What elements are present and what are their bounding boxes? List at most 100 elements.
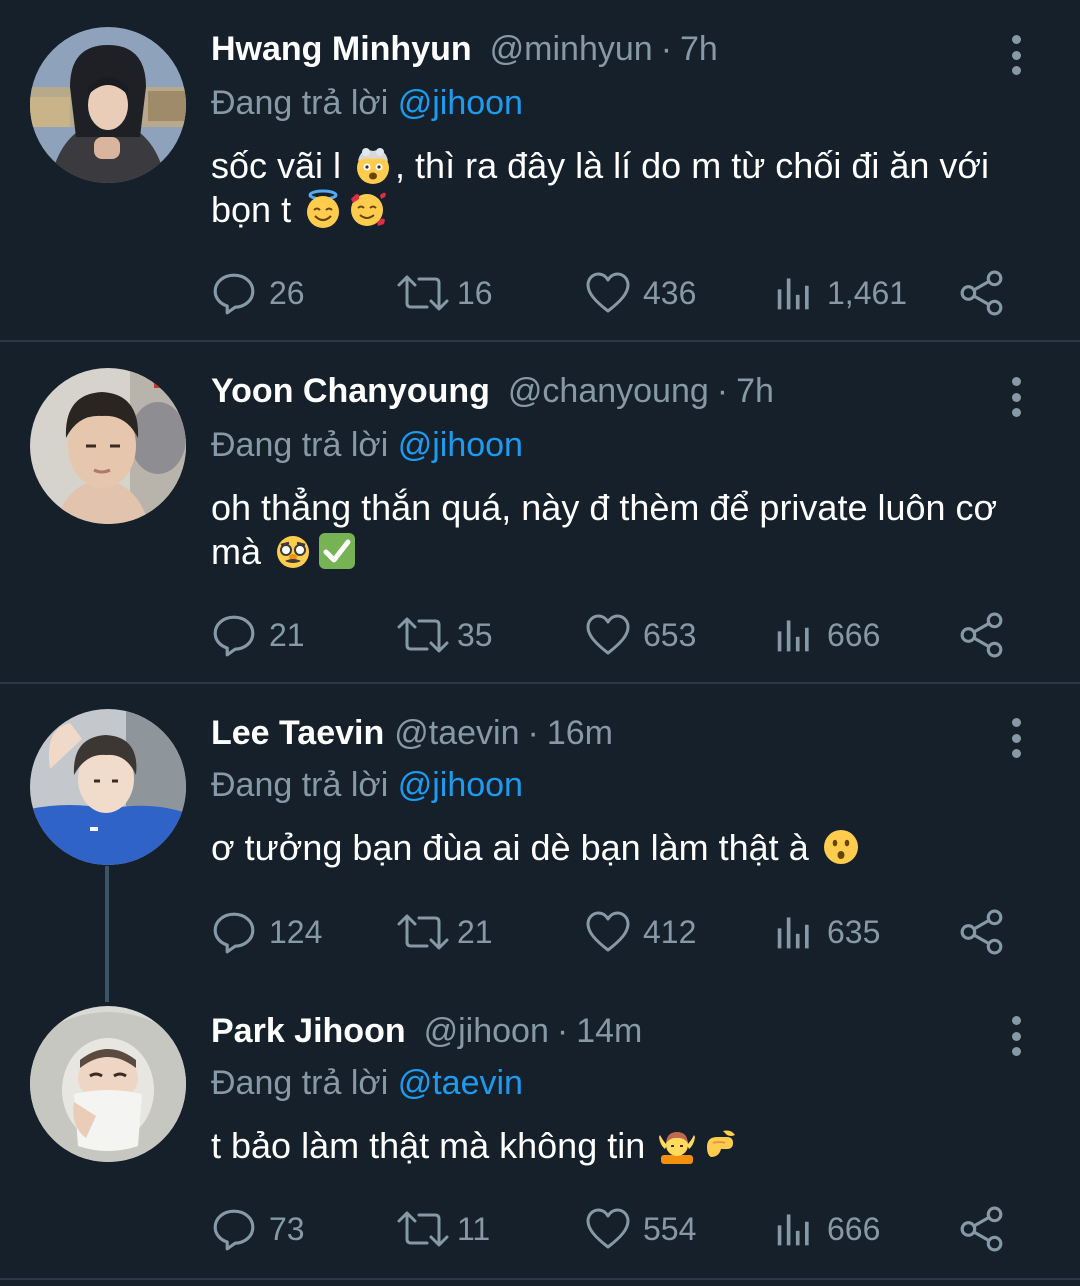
view-count: 666 bbox=[827, 1210, 881, 1247]
mention-link[interactable]: @jihoon bbox=[398, 84, 523, 122]
like-button[interactable]: 436 bbox=[585, 268, 696, 318]
reply-icon bbox=[211, 612, 257, 658]
retweet-button[interactable]: 16 bbox=[395, 268, 493, 318]
views-chart-icon bbox=[775, 612, 815, 658]
views-button[interactable]: 666 bbox=[775, 1204, 880, 1254]
author-handle[interactable]: @jihoon bbox=[424, 1012, 549, 1051]
reply-count: 124 bbox=[269, 913, 323, 950]
retweet-button[interactable]: 35 bbox=[395, 610, 493, 660]
share-button[interactable] bbox=[959, 907, 1005, 957]
share-icon bbox=[959, 1206, 1005, 1252]
share-icon bbox=[959, 270, 1005, 316]
tweet-actions: 124 21 412 635 bbox=[211, 907, 1041, 957]
avatar[interactable] bbox=[30, 1006, 186, 1162]
reply-button[interactable]: 124 bbox=[211, 907, 322, 957]
like-count: 554 bbox=[643, 1210, 697, 1247]
heart-icon bbox=[585, 909, 631, 955]
tweet-actions: 21 35 653 666 bbox=[211, 610, 1041, 660]
author-handle[interactable]: @chanyoung bbox=[508, 372, 709, 411]
retweet-count: 11 bbox=[457, 1210, 491, 1247]
reply-icon bbox=[211, 909, 257, 955]
reply-count: 73 bbox=[269, 1210, 305, 1247]
reply-icon bbox=[211, 1206, 257, 1252]
like-button[interactable]: 412 bbox=[585, 907, 696, 957]
reply-button[interactable]: 21 bbox=[211, 610, 305, 660]
share-button[interactable] bbox=[959, 268, 1005, 318]
check-mark-button-emoji-icon bbox=[317, 531, 357, 571]
person-getting-massage-emoji-icon bbox=[657, 1125, 697, 1165]
replying-prefix: Đang trả lời bbox=[211, 84, 398, 122]
retweet-icon bbox=[395, 909, 451, 955]
tweet-text: ơ tưởng bạn đùa ai dè bạn làm thật à bbox=[211, 826, 1041, 870]
more-options-icon[interactable] bbox=[1006, 718, 1026, 758]
timestamp[interactable]: 14m bbox=[576, 1012, 642, 1051]
tweet-text-part: ơ tưởng bạn đùa ai dè bạn làm thật à bbox=[211, 827, 819, 868]
views-chart-icon bbox=[775, 909, 815, 955]
tweet[interactable]: Hwang Minhyun @minhyun · 7h Đang trả lời… bbox=[0, 0, 1080, 342]
avatar[interactable] bbox=[30, 709, 186, 865]
like-count: 412 bbox=[643, 913, 697, 950]
reply-button[interactable]: 26 bbox=[211, 268, 305, 318]
tweet-actions: 26 16 436 1,461 bbox=[211, 268, 1041, 318]
separator-dot: · bbox=[556, 1012, 569, 1050]
timestamp[interactable]: 7h bbox=[736, 372, 774, 411]
retweet-icon bbox=[395, 612, 451, 658]
share-button[interactable] bbox=[959, 1204, 1005, 1254]
like-button[interactable]: 653 bbox=[585, 610, 696, 660]
views-button[interactable]: 666 bbox=[775, 610, 880, 660]
mention-link[interactable]: @jihoon bbox=[398, 426, 523, 464]
tweet-text-part: t bảo làm thật mà không tin bbox=[211, 1125, 656, 1166]
more-options-icon[interactable] bbox=[1006, 377, 1026, 417]
separator-dot: · bbox=[660, 30, 673, 68]
heart-icon bbox=[585, 612, 631, 658]
like-count: 436 bbox=[643, 274, 697, 311]
tweet[interactable]: Lee Taevin @taevin · 16m Đang trả lời @j… bbox=[0, 684, 1080, 980]
retweet-button[interactable]: 21 bbox=[395, 907, 493, 957]
like-button[interactable]: 554 bbox=[585, 1204, 696, 1254]
replying-to: Đang trả lời @jihoon bbox=[211, 84, 523, 123]
timestamp[interactable]: 7h bbox=[680, 30, 718, 69]
replying-prefix: Đang trả lời bbox=[211, 426, 398, 464]
timestamp[interactable]: 16m bbox=[547, 714, 613, 753]
more-options-icon[interactable] bbox=[1006, 35, 1026, 75]
avatar[interactable] bbox=[30, 27, 186, 183]
reply-button[interactable]: 73 bbox=[211, 1204, 305, 1254]
views-button[interactable]: 1,461 bbox=[775, 268, 907, 318]
avatar[interactable] bbox=[30, 368, 186, 524]
like-count: 653 bbox=[643, 616, 697, 653]
author-name[interactable]: Yoon Chanyoung bbox=[211, 372, 490, 411]
share-icon bbox=[959, 909, 1005, 955]
views-button[interactable]: 635 bbox=[775, 907, 880, 957]
tweet-text: oh thẳng thắn quá, này đ thèm để private… bbox=[211, 486, 1041, 574]
retweet-count: 35 bbox=[457, 616, 493, 653]
tweet[interactable]: Yoon Chanyoung @chanyoung · 7h Đang trả … bbox=[0, 342, 1080, 682]
share-icon bbox=[959, 612, 1005, 658]
more-options-icon[interactable] bbox=[1006, 1016, 1026, 1056]
share-button[interactable] bbox=[959, 610, 1005, 660]
views-chart-icon bbox=[775, 1206, 815, 1252]
replying-prefix: Đang trả lời bbox=[211, 766, 398, 804]
author-name[interactable]: Lee Taevin bbox=[211, 714, 384, 753]
tweet-text-part: sốc vãi l bbox=[211, 145, 352, 186]
author-name[interactable]: Hwang Minhyun bbox=[211, 30, 472, 69]
retweet-button[interactable]: 11 bbox=[395, 1204, 490, 1254]
view-count: 635 bbox=[827, 913, 881, 950]
author-name[interactable]: Park Jihoon bbox=[211, 1012, 406, 1051]
replying-to: Đang trả lời @jihoon bbox=[211, 766, 523, 805]
author-handle[interactable]: @minhyun bbox=[490, 30, 653, 69]
retweet-count: 21 bbox=[457, 913, 493, 950]
smiling-halo-emoji-icon bbox=[303, 189, 343, 229]
tweet-text: t bảo làm thật mà không tin bbox=[211, 1124, 1041, 1168]
view-count: 666 bbox=[827, 616, 881, 653]
heart-icon bbox=[585, 270, 631, 316]
tweet[interactable]: Park Jihoon @jihoon · 14m Đang trả lời @… bbox=[0, 982, 1080, 1278]
mention-link[interactable]: @jihoon bbox=[398, 766, 523, 804]
heart-icon bbox=[585, 1206, 631, 1252]
reply-count: 21 bbox=[269, 616, 305, 653]
retweet-icon bbox=[395, 1206, 451, 1252]
divider bbox=[0, 1278, 1080, 1280]
tweet-actions: 73 11 554 666 bbox=[211, 1204, 1041, 1254]
retweet-count: 16 bbox=[457, 274, 493, 311]
mention-link[interactable]: @taevin bbox=[398, 1064, 523, 1102]
author-handle[interactable]: @taevin bbox=[394, 714, 519, 753]
